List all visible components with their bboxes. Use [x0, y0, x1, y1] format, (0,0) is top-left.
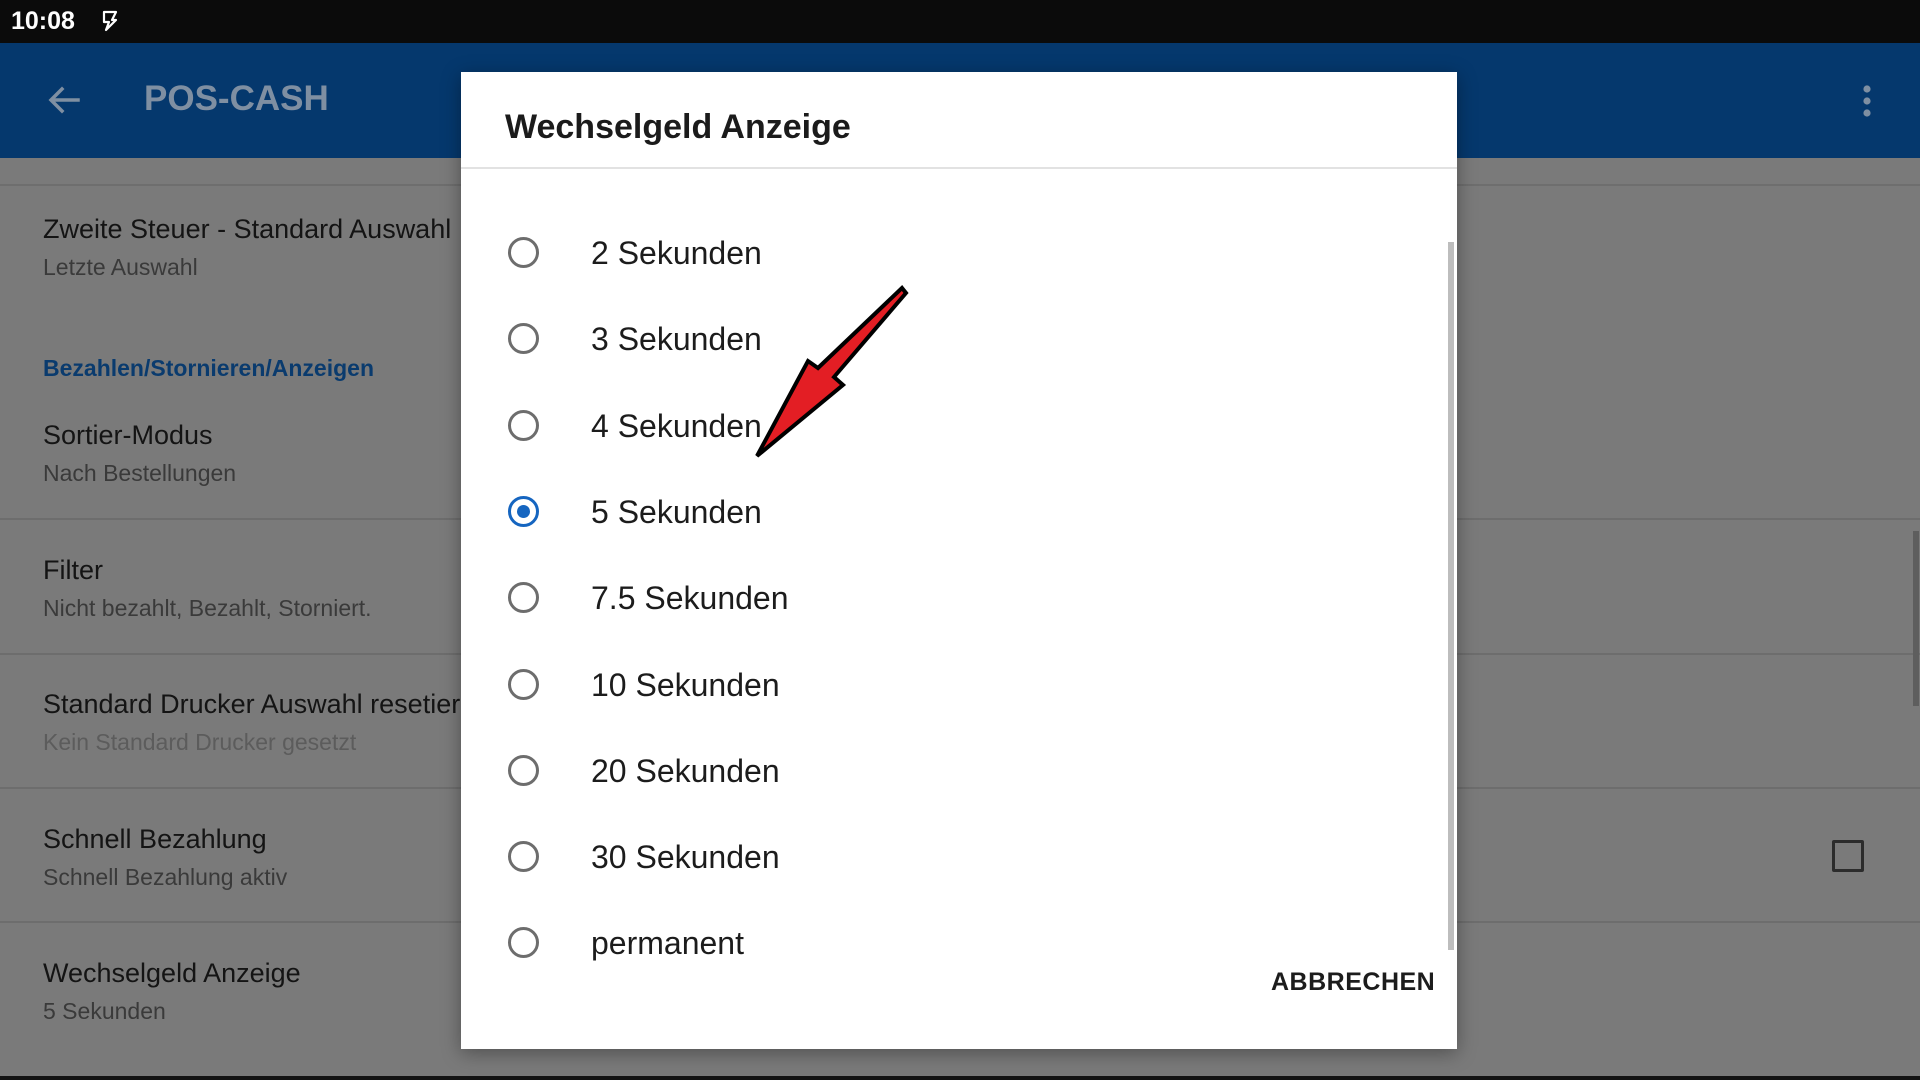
wechselgeld-dialog: Wechselgeld Anzeige 2 Sekunden 3 Sekunden…	[461, 72, 1457, 1049]
radio-option[interactable]: 4 Sekunden	[461, 387, 1441, 473]
status-bar: 10:08	[0, 0, 1920, 43]
radio-option[interactable]: 5 Sekunden	[461, 473, 1441, 559]
pref-summary: Letzte Auswahl	[43, 254, 198, 280]
status-time: 10:08	[11, 7, 75, 35]
pref-summary: 5 Sekunden	[43, 998, 166, 1024]
dialog-title: Wechselgeld Anzeige	[505, 108, 851, 146]
radio-option-label: 30 Sekunden	[591, 839, 780, 876]
notification-icon	[102, 10, 118, 32]
cancel-button[interactable]: ABBRECHEN	[1271, 968, 1435, 997]
radio-option[interactable]: 30 Sekunden	[461, 818, 1441, 904]
radio-option-label: 5 Sekunden	[591, 493, 762, 530]
schnell-bezahlung-checkbox[interactable]	[1832, 840, 1864, 872]
category-header: Bezahlen/Stornieren/Anzeigen	[43, 355, 375, 381]
more-vert-icon[interactable]	[1850, 81, 1884, 121]
radio-option-label: 2 Sekunden	[591, 235, 762, 271]
arrow-back-icon[interactable]	[44, 80, 84, 120]
radio-button[interactable]	[508, 841, 539, 873]
radio-button[interactable]	[508, 668, 539, 700]
pref-title: Standard Drucker Auswahl resetieren	[43, 689, 491, 719]
radio-option[interactable]: 10 Sekunden	[461, 646, 1441, 732]
pref-summary: Schnell Bezahlung aktiv	[43, 864, 288, 890]
radio-option[interactable]: 3 Sekunden	[461, 300, 1441, 386]
radio-option[interactable]: 7.5 Sekunden	[461, 559, 1441, 645]
pref-title: Wechselgeld Anzeige	[43, 958, 301, 988]
radio-button[interactable]	[508, 323, 539, 355]
pref-title: Schnell Bezahlung	[43, 824, 267, 854]
radio-option-label: permanent	[591, 925, 744, 962]
radio-button-checked[interactable]	[508, 495, 539, 527]
app-title: POS-CASH	[144, 79, 329, 118]
radio-option-label: 10 Sekunden	[591, 666, 780, 703]
pref-summary: Nach Bestellungen	[43, 460, 237, 486]
pref-title: Sortier-Modus	[43, 420, 213, 450]
radio-button[interactable]	[508, 582, 539, 614]
radio-button[interactable]	[508, 237, 539, 268]
radio-option[interactable]: 20 Sekunden	[461, 732, 1441, 818]
pref-summary: Kein Standard Drucker gesetzt	[43, 729, 357, 755]
radio-button[interactable]	[508, 754, 539, 786]
divider	[461, 167, 1457, 169]
radio-option-label: 20 Sekunden	[591, 752, 780, 789]
pref-summary: Nicht bezahlt, Bezahlt, Storniert.	[43, 595, 372, 621]
pref-title: Filter	[43, 555, 103, 585]
radio-button[interactable]	[508, 409, 539, 441]
radio-option-label: 3 Sekunden	[591, 321, 762, 358]
radio-option-label: 7.5 Sekunden	[591, 580, 789, 617]
dialog-scrollbar[interactable]	[1448, 242, 1454, 950]
pref-title: Zweite Steuer - Standard Auswahl	[43, 214, 452, 244]
radio-dot	[517, 504, 530, 518]
bottom-bar	[0, 1076, 1920, 1080]
radio-option[interactable]: 2 Sekunden	[461, 214, 1441, 300]
radio-button[interactable]	[508, 927, 539, 959]
radio-option-label: 4 Sekunden	[591, 407, 762, 444]
scrollbar[interactable]	[1913, 531, 1919, 706]
